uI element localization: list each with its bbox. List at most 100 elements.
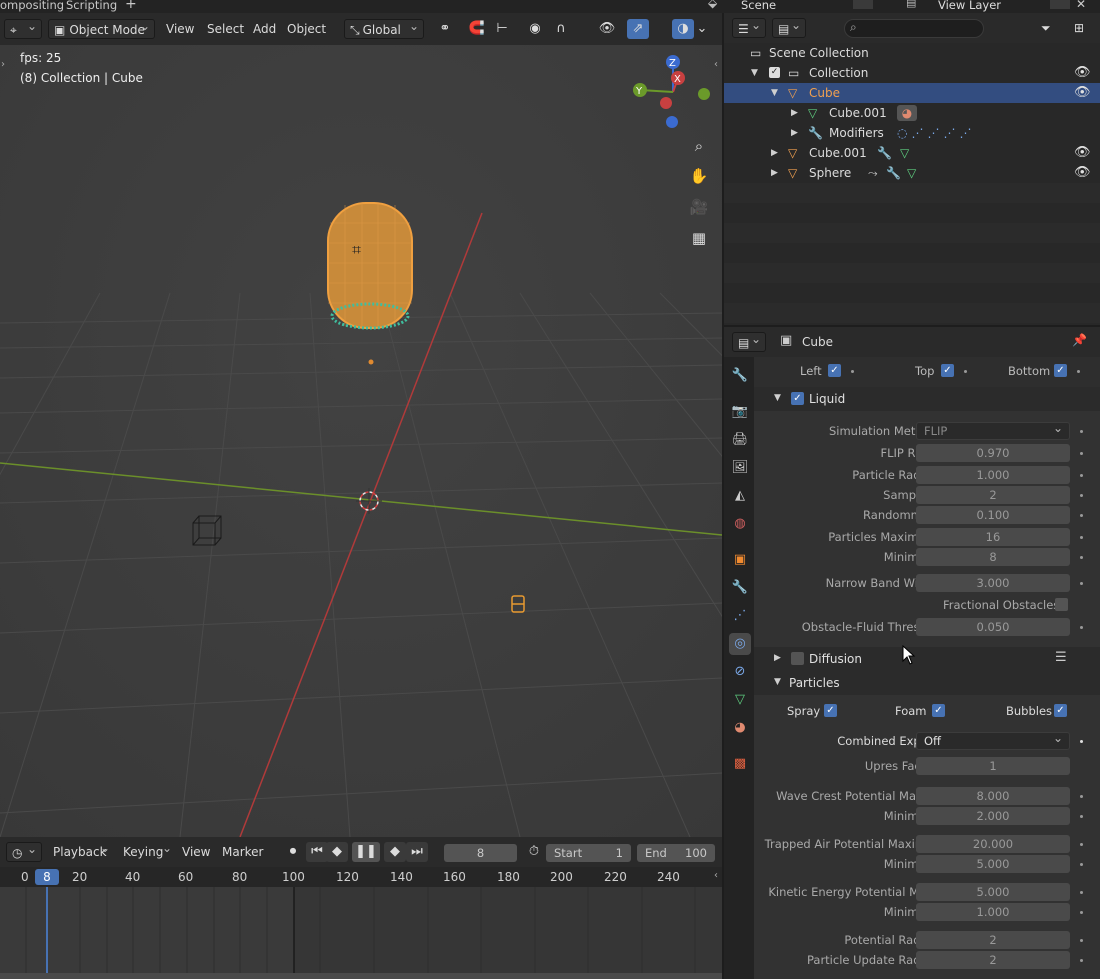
remove-view-layer-icon[interactable]: ✕ xyxy=(1076,0,1086,11)
new-collection-icon[interactable]: ⊞ xyxy=(1069,18,1089,38)
new-scene-icon[interactable] xyxy=(853,0,873,9)
jump-end-icon[interactable]: ⏭ xyxy=(406,842,428,862)
particles-min-field[interactable]: 8 xyxy=(916,548,1070,566)
eye-icon[interactable]: 👁 xyxy=(1074,163,1091,183)
keyframe-dot[interactable] xyxy=(1080,939,1083,942)
view-layer-icon[interactable]: ▤ xyxy=(906,0,916,9)
scene-name[interactable]: Scene xyxy=(741,0,776,12)
material-icon[interactable]: ◕ xyxy=(897,105,917,121)
upres-field[interactable]: 1 xyxy=(916,757,1070,775)
eye-icon[interactable]: 👁 xyxy=(1074,83,1091,103)
material-tab-icon[interactable]: ◕ xyxy=(729,717,751,739)
overlays-dropdown-icon[interactable]: ⌄ xyxy=(695,19,709,39)
exclude-checkbox[interactable]: ✓ xyxy=(769,67,780,78)
view-layer-name[interactable]: View Layer xyxy=(938,0,1001,12)
menu-keying[interactable]: Keying xyxy=(118,838,176,862)
perspective-grid-icon[interactable]: ▦ xyxy=(687,226,711,250)
keyframe-dot[interactable] xyxy=(1080,815,1083,818)
toolbar-expand-icon[interactable]: › xyxy=(1,59,5,70)
obstacle-threshold-field[interactable]: 0.050 xyxy=(916,618,1070,636)
tool-tab-icon[interactable]: 🔧 xyxy=(729,365,751,387)
proportional-edit-icon[interactable]: ◉ xyxy=(524,19,546,39)
falloff-icon[interactable]: ∩ xyxy=(546,19,576,39)
sampling-field[interactable]: 2 xyxy=(916,486,1070,504)
editor-type-dropdown[interactable]: ⌖ xyxy=(4,16,42,39)
pin-icon[interactable]: 📌 xyxy=(1072,333,1087,347)
wrench-icon[interactable]: 🔧 xyxy=(886,163,901,183)
constraint-icon[interactable]: ⤳ xyxy=(868,163,878,183)
outliner-row-collection[interactable]: ▼ ✓ ▭ Collection 👁 xyxy=(724,63,1100,83)
new-view-layer-icon[interactable] xyxy=(1050,0,1070,9)
display-mode-dropdown[interactable]: ▤ xyxy=(772,15,806,38)
current-frame-field[interactable]: 8 xyxy=(444,844,517,862)
world-tab-icon[interactable]: ◍ xyxy=(729,513,751,535)
timeline-body[interactable] xyxy=(0,887,722,979)
narrow-band-field[interactable]: 3.000 xyxy=(916,574,1070,592)
pan-hand-icon[interactable]: ✋ xyxy=(687,164,711,188)
top-checkbox[interactable]: ✓ xyxy=(941,364,954,377)
outliner-row-sphere[interactable]: ▶ ▽ Sphere ⤳ 🔧 ▽ 👁 xyxy=(724,163,1100,183)
menu-select[interactable]: Select xyxy=(202,19,249,39)
keyframe-dot[interactable] xyxy=(1080,514,1083,517)
menu-object[interactable]: Object xyxy=(282,19,331,39)
constraints-tab-icon[interactable]: ⊘ xyxy=(729,661,751,683)
outliner-row-modifiers[interactable]: ▶ 🔧 Modifiers ◌⋰⋰⋰⋰ xyxy=(724,123,1100,143)
liquid-enable-checkbox[interactable]: ✓ xyxy=(791,392,804,405)
filter-icon[interactable]: ⏷ xyxy=(1036,18,1056,38)
particles-max-field[interactable]: 16 xyxy=(916,528,1070,546)
spray-checkbox[interactable]: ✓ xyxy=(824,704,837,717)
sim-method-dropdown[interactable]: FLIP xyxy=(916,420,1070,440)
tab-compositing[interactable]: ompositing xyxy=(0,0,64,12)
flip-ratio-field[interactable]: 0.970 xyxy=(916,444,1070,462)
snap-icon[interactable]: 🧲 xyxy=(466,19,488,39)
eye-icon[interactable]: 👁 xyxy=(1074,143,1091,163)
visibility-icon[interactable]: 👁 xyxy=(592,19,622,39)
playhead-label[interactable]: 8 xyxy=(35,869,59,885)
outliner-editor-type[interactable]: ☰ xyxy=(732,15,766,38)
scene-tab-icon[interactable]: ◭ xyxy=(729,485,751,507)
wave-crest-max-field[interactable]: 8.000 xyxy=(916,787,1070,805)
modifier-list-icons[interactable]: ◌⋰⋰⋰⋰ xyxy=(897,123,975,143)
outliner-row-scene-collection[interactable]: ▭ Scene Collection xyxy=(724,43,1100,63)
kinetic-max-field[interactable]: 5.000 xyxy=(916,883,1070,901)
record-icon[interactable]: ⏺ xyxy=(282,842,304,862)
expand-icon[interactable]: ▼ xyxy=(771,83,778,103)
mesh-data-icon[interactable]: ▽ xyxy=(907,163,916,183)
keyframe-dot[interactable] xyxy=(851,370,854,373)
keyframe-dot[interactable] xyxy=(1080,452,1083,455)
zoom-icon[interactable]: ⌕ xyxy=(687,134,711,158)
foam-checkbox[interactable]: ✓ xyxy=(932,704,945,717)
menu-playback[interactable]: Playback xyxy=(48,838,114,862)
randomness-field[interactable]: 0.100 xyxy=(916,506,1070,524)
end-frame-field[interactable]: End 100 xyxy=(637,844,715,862)
transform-orientation-dropdown[interactable]: ⤡ Global xyxy=(344,16,424,39)
keyframe-dot[interactable] xyxy=(1080,959,1083,962)
keyframe-dot[interactable] xyxy=(1080,536,1083,539)
combined-export-dropdown[interactable]: Off xyxy=(916,730,1070,750)
tab-scripting[interactable]: Scripting xyxy=(66,0,117,12)
keyframe-dot[interactable] xyxy=(1080,582,1083,585)
add-workspace-button[interactable]: + xyxy=(125,0,137,12)
bubbles-checkbox[interactable]: ✓ xyxy=(1054,704,1067,717)
particle-radius-field[interactable]: 1.000 xyxy=(916,466,1070,484)
keyframe-dot[interactable] xyxy=(1080,626,1083,629)
prev-keyframe-icon[interactable]: ◆ xyxy=(326,842,348,862)
expand-icon[interactable]: ▼ xyxy=(751,63,758,83)
keyframe-dot[interactable] xyxy=(1080,474,1083,477)
expand-icon[interactable]: ▶ xyxy=(791,103,798,123)
pivot-icon[interactable]: ⚭ xyxy=(430,19,460,39)
expand-icon[interactable]: ▶ xyxy=(791,123,798,143)
stopwatch-icon[interactable]: ⏱ xyxy=(523,842,545,862)
navigation-gizmo[interactable]: Z X Y xyxy=(628,51,718,133)
jump-start-icon[interactable]: ⏮ xyxy=(306,842,328,862)
keyframe-dot[interactable] xyxy=(1077,370,1080,373)
menu-marker[interactable]: Marker xyxy=(217,842,268,862)
keyframe-dot[interactable] xyxy=(1080,863,1083,866)
keyframe-dot[interactable] xyxy=(1080,911,1083,914)
keyframe-dot[interactable] xyxy=(1080,843,1083,846)
menu-add[interactable]: Add xyxy=(248,19,281,39)
outliner-row-cube-001[interactable]: ▶ ▽ Cube.001 🔧 ▽ 👁 xyxy=(724,143,1100,163)
outliner-search[interactable]: ⌕ xyxy=(844,19,984,38)
view-layer-tab-icon[interactable]: 🖼 xyxy=(729,457,751,479)
object-tab-icon[interactable]: ▣ xyxy=(729,549,751,571)
